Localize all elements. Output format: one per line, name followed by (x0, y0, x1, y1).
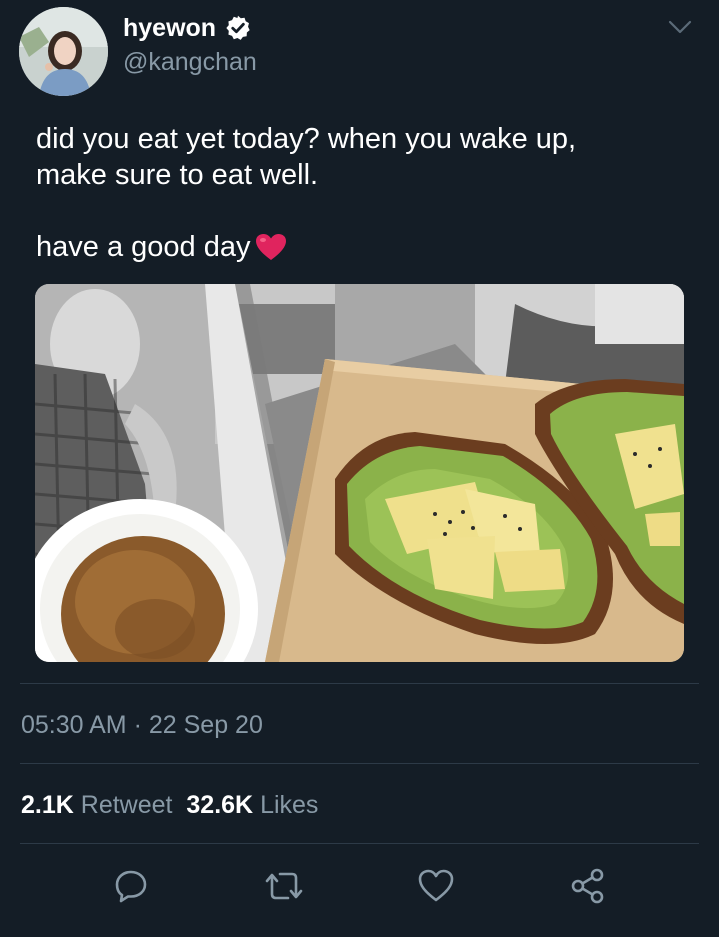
share-icon (571, 868, 604, 904)
avatar[interactable] (19, 7, 108, 96)
verified-badge-icon (226, 15, 250, 40)
tweet-date: 22 Sep 20 (148, 711, 263, 739)
action-bar (0, 866, 719, 906)
like-button[interactable] (416, 866, 456, 906)
user-handle[interactable]: @kangchan (123, 48, 257, 76)
tweet-line: make sure to eat well. (36, 159, 319, 191)
name-row: hyewon (123, 14, 252, 42)
tweet-line: did you eat yet today? when you wake up, (36, 123, 577, 155)
tweet-time: 05:30 AM (21, 711, 127, 739)
share-button[interactable] (568, 866, 608, 906)
retweet-label: Retweet (80, 791, 173, 819)
tweet-stats: 2.1K Retweet 32.6K Likes (21, 790, 318, 820)
retweet-stat[interactable]: 2.1K Retweet (21, 791, 172, 819)
likes-count: 32.6K (186, 791, 254, 819)
tweet-line-with-emoji: have a good day (36, 229, 676, 265)
tweet-timestamp: 05:30 AM · 22 Sep 20 (21, 710, 263, 740)
retweet-icon (265, 872, 303, 900)
like-icon (418, 869, 454, 902)
display-name[interactable]: hyewon (123, 14, 216, 42)
tweet-line: have a good day (36, 231, 251, 263)
reply-icon (115, 870, 147, 903)
divider (20, 843, 699, 844)
retweet-button[interactable] (264, 866, 304, 906)
divider (20, 683, 699, 684)
likes-label: Likes (260, 791, 319, 819)
tweet-photo[interactable] (35, 284, 684, 662)
chevron-down-icon[interactable] (666, 17, 694, 37)
likes-stat[interactable]: 32.6K Likes (186, 791, 318, 819)
tweet-text: did you eat yet today? when you wake up,… (36, 121, 676, 265)
heart-emoji-icon (256, 234, 287, 260)
reply-button[interactable] (111, 866, 151, 906)
divider (20, 763, 699, 764)
retweet-count: 2.1K (21, 791, 74, 819)
timestamp-separator: · (133, 711, 142, 739)
